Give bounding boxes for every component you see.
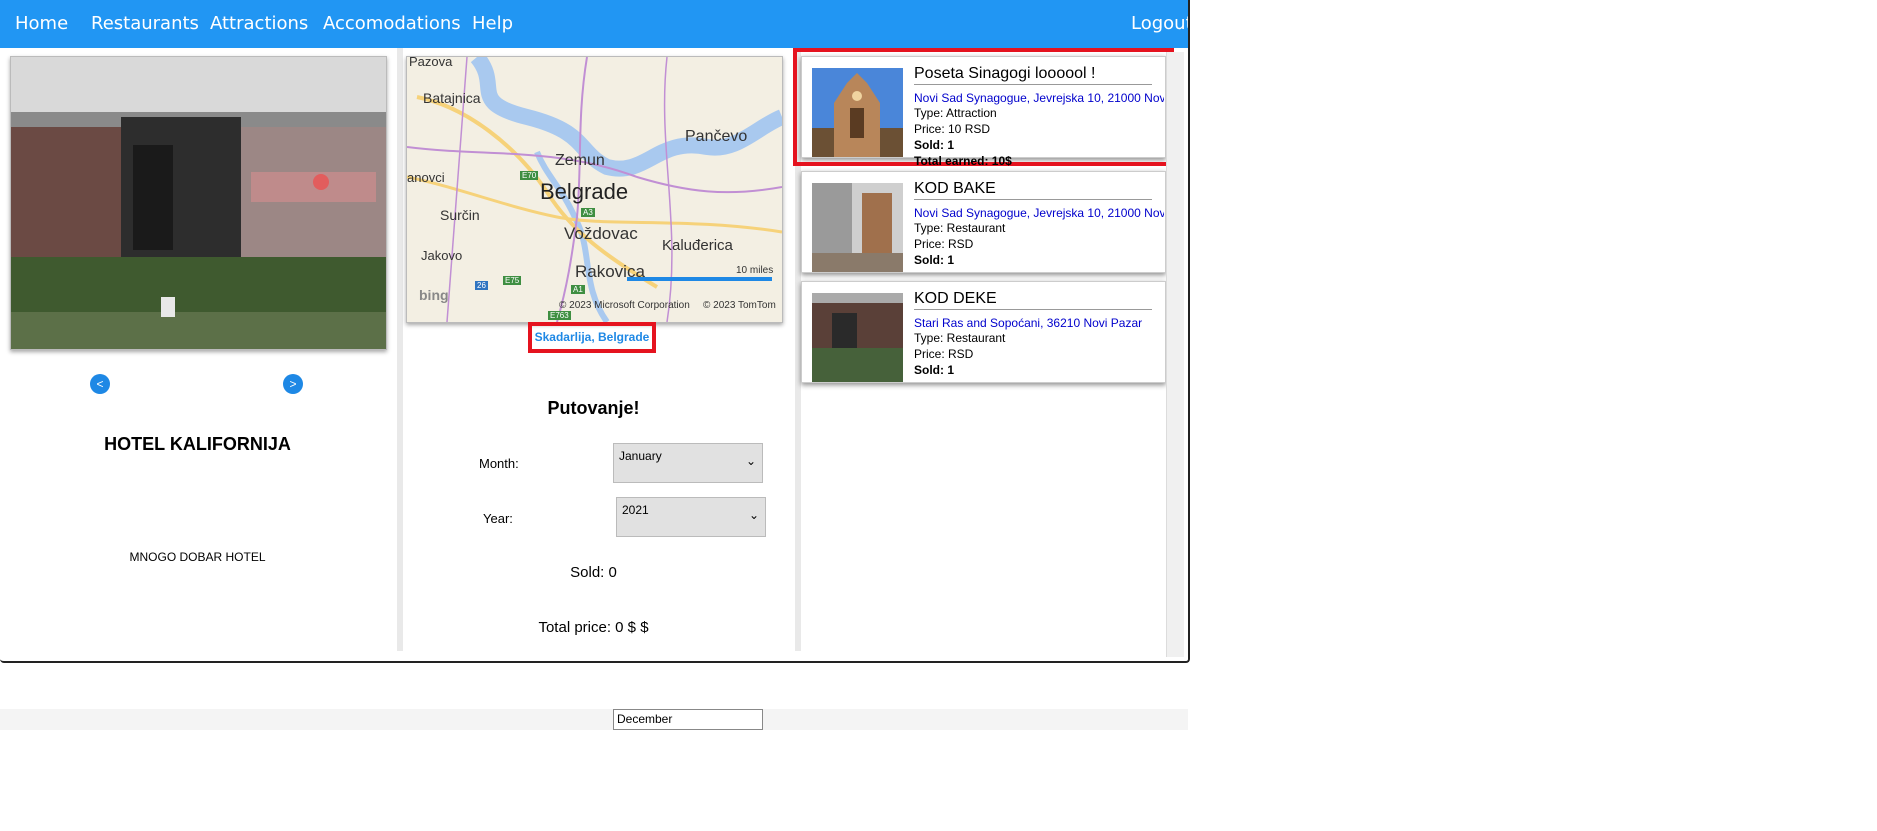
route-shield-e763: E763 xyxy=(548,311,571,320)
hotel-description: MNOGO DOBAR HOTEL xyxy=(129,550,266,564)
map-view[interactable]: Pazova Batajnica Pančevo Zemun Belgrade … xyxy=(406,56,783,323)
selected-address-link[interactable]: Skadarlija, Belgrade xyxy=(528,322,656,353)
month-dropdown-option[interactable]: December xyxy=(613,709,763,730)
map-copyright-microsoft: © 2023 Microsoft Corporation xyxy=(559,300,690,311)
map-label-pancevo: Pančevo xyxy=(685,128,748,145)
hotel-photo xyxy=(10,56,387,350)
nav-restaurants[interactable]: Restaurants xyxy=(91,13,199,34)
map-copyright-tomtom: © 2023 TomTom xyxy=(703,300,776,311)
card-price: Price: RSD xyxy=(914,347,974,361)
map-label-surcin: Surčin xyxy=(440,207,480,223)
map-label-banovci: anovci xyxy=(407,170,445,185)
chevron-down-icon: ⌄ xyxy=(748,508,759,522)
map-label-jakovo: Jakovo xyxy=(421,248,463,263)
next-photo-button[interactable]: > xyxy=(283,374,303,394)
nav-attractions[interactable]: Attractions xyxy=(210,13,308,34)
card-address-link[interactable]: Novi Sad Synagogue, Jevrejska 10, 21000 … xyxy=(914,91,1164,105)
route-shield-a3: A3 xyxy=(581,208,595,217)
card-price: Price: RSD xyxy=(914,237,974,251)
month-label: Month: xyxy=(479,456,519,471)
year-select-value: 2021 xyxy=(622,503,649,517)
nav-help[interactable]: Help xyxy=(472,13,513,34)
chevron-down-icon: ⌄ xyxy=(745,454,756,468)
nav-logout[interactable]: Logout xyxy=(1131,13,1188,34)
card-sold: Sold: 1 xyxy=(914,138,955,152)
restaurant-thumbnail xyxy=(812,183,903,272)
card-type: Type: Restaurant xyxy=(914,331,1006,345)
trip-title: Putovanje! xyxy=(547,398,640,418)
route-shield-26: 26 xyxy=(475,281,488,290)
hotel-photo-illustration xyxy=(11,57,386,349)
restaurant-thumbnail xyxy=(812,293,903,382)
trip-total-price: Total price: 0 $ $ xyxy=(538,619,649,636)
card-price: Price: 10 RSD xyxy=(914,122,991,136)
card-sold: Sold: 1 xyxy=(914,253,955,267)
nav-accomodations[interactable]: Accomodations xyxy=(323,13,461,34)
month-select[interactable]: January ⌄ xyxy=(613,443,763,483)
map-label-belgrade: Belgrade xyxy=(540,179,629,204)
card-type: Type: Restaurant xyxy=(914,221,1006,235)
offscreen-strip xyxy=(0,709,1188,730)
map-label-rakovica: Rakovica xyxy=(575,262,645,281)
top-navbar: Home Restaurants Attractions Accomodatio… xyxy=(0,0,1188,48)
trip-sold-count: Sold: 0 xyxy=(570,564,617,581)
year-label: Year: xyxy=(483,511,513,526)
card-sold: Sold: 1 xyxy=(914,363,955,377)
map-label-pazova: Pazova xyxy=(409,56,453,69)
app-window: Home Restaurants Attractions Accomodatio… xyxy=(0,0,1190,663)
previous-photo-button[interactable]: < xyxy=(90,374,110,394)
nav-home[interactable]: Home xyxy=(15,13,68,34)
map-label-kaludjerica: Kaluđerica xyxy=(662,237,733,254)
year-select[interactable]: 2021 ⌄ xyxy=(616,497,766,537)
offer-card[interactable]: KOD BAKE Novi Sad Synagogue, Jevrejska 1… xyxy=(801,171,1166,273)
card-title: Poseta Sinagogi loooool ! xyxy=(914,65,1152,85)
vertical-scrollbar[interactable] xyxy=(1166,52,1184,657)
route-shield-a1: A1 xyxy=(571,285,585,294)
synagogue-thumbnail xyxy=(812,68,903,157)
map-label-batajnica: Batajnica xyxy=(423,90,481,106)
offer-card[interactable]: Poseta Sinagogi loooool ! Novi Sad Synag… xyxy=(793,48,1174,168)
card-title: KOD DEKE xyxy=(914,290,1152,310)
card-title: KOD BAKE xyxy=(914,180,1152,200)
hotel-name: HOTEL KALIFORNIJA xyxy=(104,434,291,454)
month-select-value: January xyxy=(619,449,662,463)
map-label-zemun: Zemun xyxy=(555,152,605,169)
route-shield-e70: E70 xyxy=(520,171,539,180)
column-divider xyxy=(397,48,403,651)
bing-logo: bing xyxy=(419,287,449,303)
card-type: Type: Attraction xyxy=(914,106,997,120)
offer-card[interactable]: KOD DEKE Stari Ras and Sopoćani, 36210 N… xyxy=(801,281,1166,383)
card-address-link[interactable]: Novi Sad Synagogue, Jevrejska 10, 21000 … xyxy=(914,206,1164,220)
map-scale-label: 10 miles xyxy=(736,265,774,276)
map-label-vozdovac: Voždovac xyxy=(564,224,638,243)
card-total-earned: Total earned: 10$ xyxy=(914,154,1012,168)
card-address-link[interactable]: Stari Ras and Sopoćani, 36210 Novi Pazar xyxy=(914,316,1164,330)
route-shield-e75: E75 xyxy=(503,276,522,285)
